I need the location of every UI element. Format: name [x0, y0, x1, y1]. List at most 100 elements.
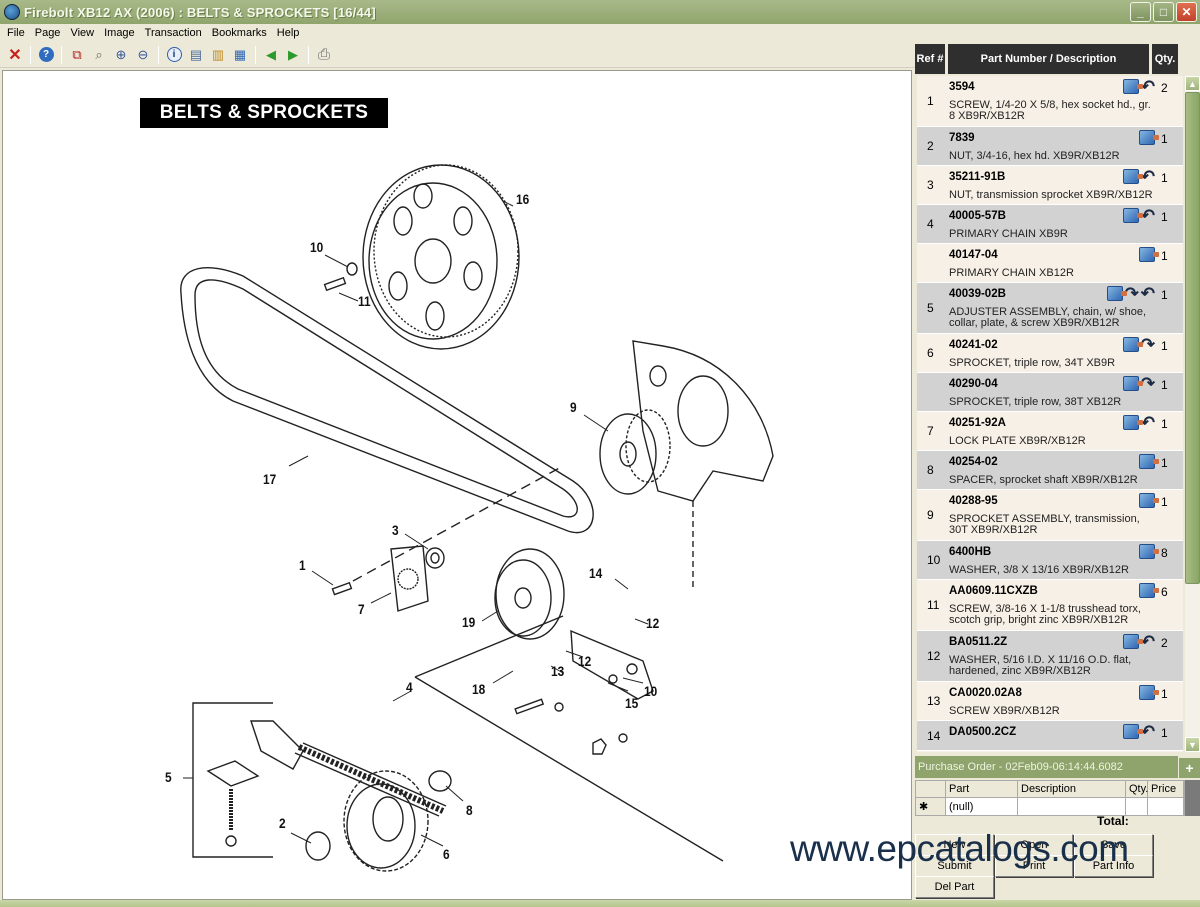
part-number[interactable]: 40147-04	[949, 249, 998, 261]
add-to-order-icon[interactable]	[1139, 247, 1159, 262]
callout-15[interactable]: 15	[625, 695, 638, 711]
order-description-cell[interactable]	[1018, 798, 1126, 815]
zoom-in-button[interactable]: ⊕	[111, 45, 131, 65]
new-order-button[interactable]: New	[915, 834, 994, 856]
help-button[interactable]: ?	[36, 45, 56, 65]
parts-list-row[interactable]: 9 40288-95 SPROCKET ASSEMBLY, transmission…	[917, 490, 1183, 541]
parts-list-row[interactable]: 14 DA0500.2CZ 1 ↶	[917, 721, 1183, 751]
parts-list-row[interactable]: 11 AA0609.11CXZB SCREW, 3/8-16 X 1-1/8 tru…	[917, 580, 1183, 631]
part-number[interactable]: BA0511.2Z	[949, 636, 1007, 648]
scroll-thumb[interactable]	[1185, 92, 1200, 584]
menu-help[interactable]: Help	[272, 27, 305, 39]
back-arrow-icon[interactable]: ↶	[1141, 723, 1155, 740]
bookmark-button[interactable]: ▥	[208, 45, 228, 65]
callout-12b[interactable]: 12	[578, 653, 591, 669]
parts-list-row[interactable]: 1 3594 SCREW, 1/4-20 X 5/8, hex socket hd.…	[917, 76, 1183, 127]
callout-17[interactable]: 17	[263, 471, 276, 487]
order-col-part[interactable]: Part	[946, 781, 1018, 797]
maximize-button[interactable]: □	[1153, 2, 1174, 22]
diagram-canvas[interactable]: BELTS & SPROCKETS 16 10 11 9 17 3 1 7 19…	[2, 70, 912, 900]
add-to-order-button[interactable]: ▦	[230, 45, 250, 65]
parts-list-row[interactable]: 3 35211-91B NUT, transmission sprocket XB9…	[917, 166, 1183, 205]
order-grid-scrollbar[interactable]	[1185, 780, 1200, 816]
callout-10[interactable]: 10	[310, 239, 323, 255]
part-number[interactable]: 6400HB	[949, 546, 991, 558]
order-col-price[interactable]: Price	[1148, 781, 1184, 797]
callout-8[interactable]: 8	[466, 802, 473, 818]
document-button[interactable]: ▤	[186, 45, 206, 65]
delete-part-button[interactable]: Del Part	[915, 876, 994, 898]
order-row[interactable]: ✱ (null)	[916, 798, 1184, 815]
callout-1[interactable]: 1	[299, 557, 306, 573]
parts-list-row[interactable]: 40147-04 PRIMARY CHAIN XB12R 1	[917, 244, 1183, 283]
scroll-up-button[interactable]: ▲	[1185, 76, 1200, 91]
order-part-cell[interactable]: (null)	[946, 798, 1018, 815]
callout-2[interactable]: 2	[279, 815, 286, 831]
part-number[interactable]: 40290-04	[949, 378, 998, 390]
menu-transaction[interactable]: Transaction	[140, 27, 207, 39]
add-to-order-icon[interactable]	[1122, 79, 1143, 94]
callout-13[interactable]: 13	[551, 663, 564, 679]
add-to-order-icon[interactable]	[1139, 583, 1159, 598]
add-to-order-icon[interactable]	[1139, 544, 1159, 559]
forward-arrow-icon[interactable]: ↷	[1141, 336, 1155, 353]
callout-12[interactable]: 12	[646, 615, 659, 631]
add-to-order-icon[interactable]	[1122, 337, 1143, 352]
menu-page[interactable]: Page	[30, 27, 66, 39]
part-number[interactable]: 40251-92A	[949, 417, 1006, 429]
add-order-button[interactable]: +	[1179, 758, 1200, 778]
add-to-order-icon[interactable]	[1139, 130, 1159, 145]
order-col-description[interactable]: Description	[1018, 781, 1126, 797]
add-to-order-icon[interactable]	[1122, 634, 1143, 649]
add-to-order-icon[interactable]	[1122, 376, 1143, 391]
parts-list-row[interactable]: 4 40005-57B PRIMARY CHAIN XB9R 1 ↶	[917, 205, 1183, 244]
fit-window-button[interactable]: ⧉	[67, 45, 87, 65]
part-number[interactable]: 40005-57B	[949, 210, 1006, 222]
menu-view[interactable]: View	[65, 27, 99, 39]
menu-bookmarks[interactable]: Bookmarks	[207, 27, 272, 39]
add-to-order-icon[interactable]	[1139, 685, 1159, 700]
back-arrow-icon[interactable]: ↶	[1141, 285, 1155, 302]
minimize-button[interactable]: _	[1130, 2, 1151, 22]
forward-arrow-icon[interactable]: ↷	[1125, 285, 1139, 302]
forward-arrow-icon[interactable]: ↷	[1141, 375, 1155, 392]
close-page-button[interactable]: ✕	[5, 45, 25, 65]
parts-list-row[interactable]: 5 40039-02B ADJUSTER ASSEMBLY, chain, w/ s…	[917, 283, 1183, 334]
part-number[interactable]: 40241-02	[949, 339, 998, 351]
add-to-order-icon[interactable]	[1122, 169, 1143, 184]
menu-file[interactable]: File	[2, 27, 30, 39]
info-button[interactable]: i	[164, 45, 184, 65]
parts-list-row[interactable]: 13 CA0020.02A8 SCREW XB9R/XB12R 1	[917, 682, 1183, 721]
close-window-button[interactable]: ✕	[1176, 2, 1197, 22]
add-to-order-icon[interactable]	[1139, 454, 1159, 469]
save-order-button[interactable]: Save	[1074, 834, 1153, 856]
callout-5[interactable]: 5	[165, 769, 172, 785]
back-arrow-icon[interactable]: ↶	[1141, 633, 1155, 650]
print-order-button[interactable]: Print	[995, 855, 1073, 877]
ref-column-header[interactable]: Ref #	[915, 44, 948, 74]
part-number[interactable]: AA0609.11CXZB	[949, 585, 1038, 597]
add-to-order-icon[interactable]	[1106, 286, 1127, 301]
add-to-order-icon[interactable]	[1122, 208, 1143, 223]
menu-image[interactable]: Image	[99, 27, 140, 39]
part-number[interactable]: 35211-91B	[949, 171, 1005, 183]
previous-page-button[interactable]: ◀	[261, 45, 281, 65]
parts-list-row[interactable]: 40290-04 SPROCKET, triple row, 38T XB12R 1…	[917, 373, 1183, 412]
part-number[interactable]: 40039-02B	[949, 288, 1006, 300]
add-to-order-icon[interactable]	[1122, 724, 1143, 739]
zoom-button[interactable]: ⌕	[89, 45, 109, 65]
back-arrow-icon[interactable]: ↶	[1141, 207, 1155, 224]
part-number[interactable]: 40288-95	[949, 495, 998, 507]
order-price-cell[interactable]	[1148, 798, 1184, 815]
part-number[interactable]: DA0500.2CZ	[949, 726, 1016, 738]
parts-list-scrollbar[interactable]: ▲ ▼	[1185, 76, 1200, 752]
order-qty-cell[interactable]	[1126, 798, 1148, 815]
callout-3[interactable]: 3	[392, 522, 399, 538]
callout-10b[interactable]: 10	[644, 683, 657, 699]
qty-column-header[interactable]: Qty.	[1152, 44, 1181, 74]
part-number-column-header[interactable]: Part Number / Description	[948, 44, 1152, 74]
print-button[interactable]: ⎙	[314, 45, 334, 65]
callout-14[interactable]: 14	[589, 565, 602, 581]
parts-list-row[interactable]: 12 BA0511.2Z WASHER, 5/16 I.D. X 11/16 O.D…	[917, 631, 1183, 682]
add-to-order-icon[interactable]	[1139, 493, 1159, 508]
